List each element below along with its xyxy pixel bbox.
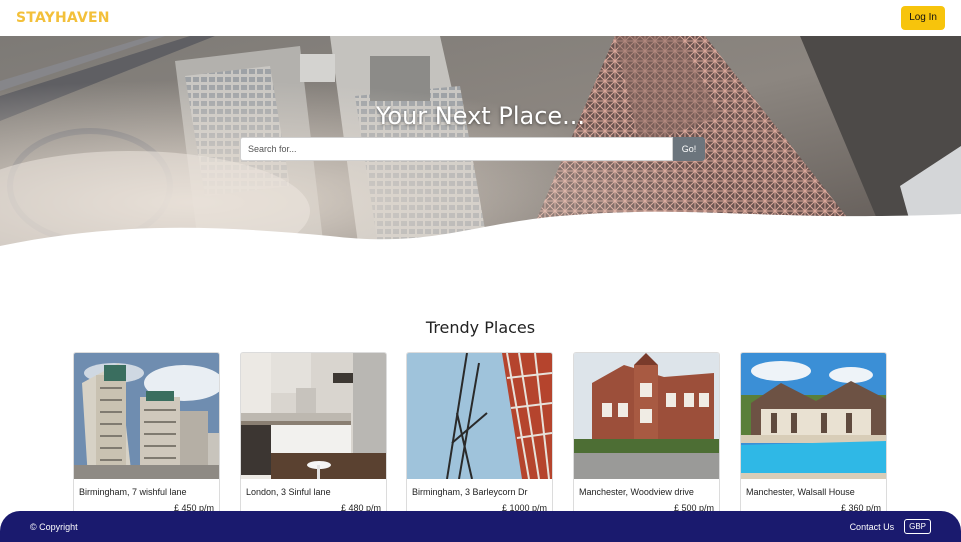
tower-blocks-photo: [74, 353, 219, 479]
footer: © Copyright Contact Us GBP: [0, 511, 961, 542]
place-card-title: Manchester, Woodview drive: [579, 487, 694, 497]
search-go-button[interactable]: Go!: [673, 137, 705, 161]
place-card-title: Manchester, Walsall House: [746, 487, 855, 497]
place-card[interactable]: London, 3 Sinful lane £ 480 p/m: [240, 352, 387, 522]
villa-pool-photo: [741, 353, 886, 479]
currency-selector[interactable]: GBP: [904, 519, 931, 534]
search-input[interactable]: [240, 137, 673, 161]
search-bar: Go!: [240, 137, 705, 161]
trendy-places-list: Birmingham, 7 wishful lane £ 450 p/m Lon…: [73, 352, 888, 522]
kitchen-interior-photo: [241, 353, 386, 479]
place-card[interactable]: Manchester, Walsall House £ 360 p/m: [740, 352, 887, 522]
trendy-places-heading: Trendy Places: [425, 318, 536, 337]
place-card-title: London, 3 Sinful lane: [246, 487, 331, 497]
navbar: STAYHAVEN Log In: [0, 0, 961, 36]
hero-banner: Your Next Place... Go!: [0, 36, 961, 258]
place-card[interactable]: Birmingham, 7 wishful lane £ 450 p/m: [73, 352, 220, 522]
copyright-text: © Copyright: [30, 521, 78, 532]
contact-us-link[interactable]: Contact Us: [850, 522, 895, 532]
place-card-title: Birmingham, 3 Barleycorn Dr: [412, 487, 528, 497]
brand-logo[interactable]: STAYHAVEN: [16, 10, 110, 26]
building-frame-photo: [407, 353, 552, 479]
place-card-title: Birmingham, 7 wishful lane: [79, 487, 187, 497]
place-card[interactable]: Manchester, Woodview drive £ 500 p/m: [573, 352, 720, 522]
login-button[interactable]: Log In: [901, 6, 945, 30]
place-card[interactable]: Birmingham, 3 Barleycorn Dr £ 1000 p/m: [406, 352, 553, 522]
footer-links: Contact Us GBP: [850, 519, 931, 534]
brick-house-photo: [574, 353, 719, 479]
hero-title: Your Next Place...: [375, 102, 586, 130]
